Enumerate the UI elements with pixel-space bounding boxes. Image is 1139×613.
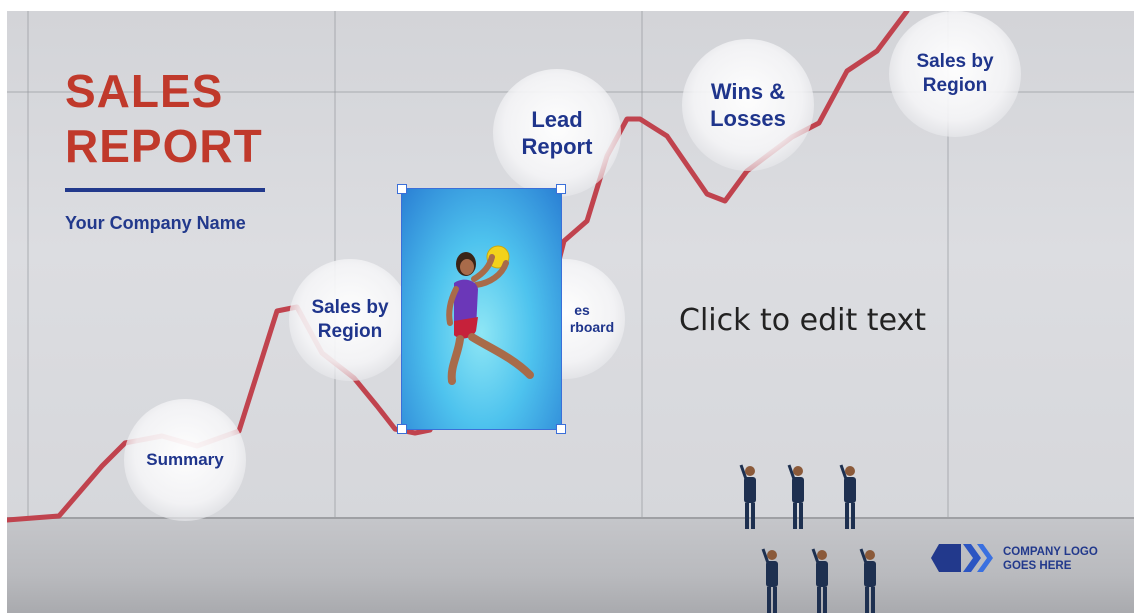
bubble-sales-by-region-low[interactable]: Sales by Region [289,259,411,381]
title-divider [65,188,265,192]
bubble-sales-by-region-high[interactable]: Sales by Region [889,11,1021,137]
resize-handle-top-left[interactable] [397,184,407,194]
bubble-label-line: Sales by [311,297,389,318]
resize-handle-bottom-right[interactable] [556,424,566,434]
bubble-summary[interactable]: Summary [124,399,246,521]
bubble-label-line: Losses [710,106,786,131]
logo-text-line: COMPANY LOGO [1003,546,1098,558]
bubble-lead-report[interactable]: Lead Report [493,69,621,197]
selected-photo[interactable] [401,188,562,430]
bubble-label-line: Wins & [710,79,786,104]
bubble-label-line: Region [317,321,383,342]
resize-handle-bottom-left[interactable] [397,424,407,434]
company-logo-text[interactable]: COMPANY LOGO GOES HERE [1003,545,1098,573]
bubble-label-line: Lead [531,107,583,132]
resize-handle-top-right[interactable] [556,184,566,194]
bubble-label-line: Report [521,134,593,159]
bubble-label-line: Sales by [916,51,994,72]
company-name[interactable]: Your Company Name [65,213,246,234]
slide-canvas[interactable]: SALES REPORT Your Company Name Summary S… [7,11,1134,613]
logo-text-line: GOES HERE [1003,560,1072,572]
text-placeholder[interactable]: Click to edit text [679,303,926,338]
bubble-wins-losses[interactable]: Wins & Losses [682,39,814,171]
bubble-label-line: Region [922,75,988,96]
slide-title-line-1[interactable]: SALES [65,66,223,116]
slide-title-line-2[interactable]: REPORT [65,121,263,171]
company-logo-icon[interactable] [931,542,993,574]
business-people-illustration [739,464,876,613]
athlete-image [446,245,534,385]
bubble-summary-label: Summary [146,450,224,469]
